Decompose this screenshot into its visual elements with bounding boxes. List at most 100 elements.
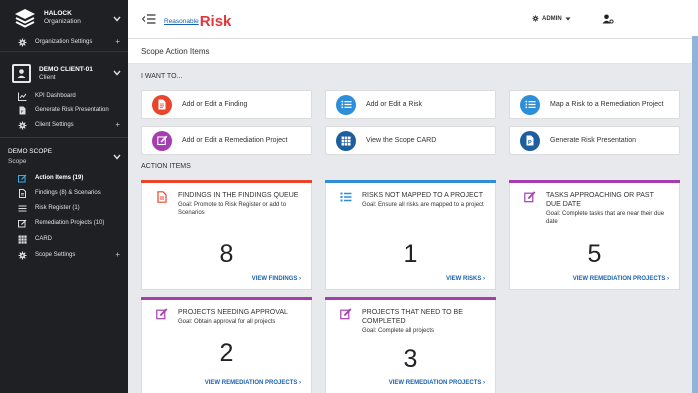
sidebar-item-org-settings[interactable]: Organization Settings + xyxy=(0,35,128,49)
page-title-bar: Scope Action Items xyxy=(128,39,698,64)
view-risks-link[interactable]: VIEW RISKS › xyxy=(446,276,485,282)
card-accent-bar xyxy=(141,297,312,300)
sidebar-item-findings[interactable]: Findings (8) & Scenarios xyxy=(0,186,128,200)
chevron-down-icon[interactable] xyxy=(113,154,121,160)
admin-label: ADMIN xyxy=(542,15,562,22)
action-items-heading: ACTION ITEMS xyxy=(141,163,191,170)
org-sub: Organization xyxy=(44,18,81,25)
sidebar-item-label: Findings (8) & Scenarios xyxy=(35,190,101,196)
scope-name: DEMO SCOPE xyxy=(8,148,53,155)
admin-menu[interactable]: ADMIN xyxy=(532,15,571,22)
scope-switcher[interactable]: DEMO SCOPE Scope xyxy=(0,143,128,171)
view-findings-link[interactable]: VIEW FINDINGS › xyxy=(252,276,301,282)
quick-action-label: Add or Edit a Finding xyxy=(182,101,248,108)
sidebar-item-label: Risk Register (1) xyxy=(35,205,80,211)
sidebar-item-kpi-dashboard[interactable]: KPI Dashboard xyxy=(0,89,128,103)
sidebar-item-label: Organization Settings xyxy=(35,39,93,45)
card-title: PROJECTS THAT NEED TO BE COMPLETED xyxy=(362,309,463,325)
sidebar: HALOCK Organization Organization Setting… xyxy=(0,0,128,393)
line-chart-icon xyxy=(18,92,27,101)
view-scope-card-button[interactable]: View the Scope CARD xyxy=(325,126,496,155)
file-powerpoint-icon: P xyxy=(520,130,540,151)
add-edit-remediation-project-button[interactable]: Add or Edit a Remediation Project xyxy=(141,126,312,155)
sidebar-item-card[interactable]: CARD xyxy=(0,232,128,246)
sidebar-item-label: Client Settings xyxy=(35,122,74,128)
expand-plus-icon[interactable]: + xyxy=(115,250,120,259)
view-remediation-projects-link[interactable]: VIEW REMEDIATION PROJECTS › xyxy=(389,380,485,386)
action-card-risks-not-mapped: RISKS NOT MAPPED TO A PROJECT Goal: Ensu… xyxy=(325,180,496,290)
brand-logo[interactable]: Reasonable Risk xyxy=(164,9,231,29)
card-goal: Goal: Complete tasks that are near their… xyxy=(546,211,665,225)
client-switcher[interactable]: DEMO CLIENT-01 Client xyxy=(0,58,128,88)
brand-big-text: Risk xyxy=(199,13,232,30)
sidebar-item-client-settings[interactable]: Client Settings + xyxy=(0,118,128,132)
edit-icon xyxy=(340,308,352,320)
caret-down-icon xyxy=(565,17,571,20)
user-settings-icon[interactable] xyxy=(602,14,614,24)
add-edit-risk-button[interactable]: Add or Edit a Risk xyxy=(325,90,496,119)
client-name: DEMO CLIENT-01 xyxy=(39,65,93,73)
sidebar-item-risk-register[interactable]: Risk Register (1) xyxy=(0,201,128,215)
sidebar-item-action-items[interactable]: Action Items (19) xyxy=(0,171,128,185)
card-count: 8 xyxy=(219,240,234,268)
grid-icon xyxy=(336,130,356,151)
list-icon xyxy=(520,94,540,115)
card-title: TASKS APPROACHING OR PAST DUE DATE xyxy=(546,192,654,208)
gear-icon xyxy=(532,15,539,22)
card-count: 3 xyxy=(403,345,418,373)
card-title: RISKS NOT MAPPED TO A PROJECT xyxy=(362,192,483,199)
card-goal: Goal: Ensure all risks are mapped to a p… xyxy=(362,202,484,208)
quick-action-label: Generate Risk Presentation xyxy=(550,137,636,144)
divider xyxy=(0,137,128,138)
sidebar-item-label: Action Items (19) xyxy=(35,175,84,181)
view-remediation-projects-link[interactable]: VIEW REMEDIATION PROJECTS › xyxy=(573,276,669,282)
card-title: PROJECTS NEEDING APPROVAL xyxy=(178,309,288,316)
client-sub: Client xyxy=(39,73,56,81)
grid-icon xyxy=(18,235,27,244)
chevron-down-icon[interactable] xyxy=(113,16,121,22)
card-count: 1 xyxy=(403,240,418,268)
card-goal: Goal: Complete all projects xyxy=(362,328,435,334)
generate-risk-presentation-button[interactable]: P Generate Risk Presentation xyxy=(509,126,680,155)
sidebar-item-scope-settings[interactable]: Scope Settings + xyxy=(0,248,128,262)
svg-text:P: P xyxy=(528,140,532,146)
sidebar-toggle-icon[interactable] xyxy=(142,14,156,24)
add-edit-finding-button[interactable]: Add or Edit a Finding xyxy=(141,90,312,119)
i-want-to-heading: I WANT TO... xyxy=(141,73,183,80)
sidebar-item-label: Remediation Projects (10) xyxy=(35,220,105,226)
edit-icon xyxy=(18,174,27,183)
action-card-findings-queue: FINDINGS IN THE FINDINGS QUEUE Goal: Pro… xyxy=(141,180,312,290)
view-remediation-projects-link[interactable]: VIEW REMEDIATION PROJECTS › xyxy=(205,380,301,386)
edit-icon xyxy=(152,130,172,151)
brand-small-text: Reasonable xyxy=(164,18,199,25)
edit-icon xyxy=(18,219,27,228)
action-card-projects-needing-approval: PROJECTS NEEDING APPROVAL Goal: Obtain a… xyxy=(141,297,312,393)
gear-icon xyxy=(18,121,27,130)
org-switcher[interactable]: HALOCK Organization xyxy=(0,0,128,35)
finding-file-icon xyxy=(152,94,172,115)
list-icon xyxy=(336,94,356,115)
scrollbar[interactable] xyxy=(692,36,698,393)
card-accent-bar xyxy=(325,297,496,300)
gear-icon xyxy=(18,38,27,47)
expand-plus-icon[interactable]: + xyxy=(115,120,120,129)
edit-icon xyxy=(156,308,168,320)
map-risk-to-project-button[interactable]: Map a Risk to a Remediation Project xyxy=(509,90,680,119)
file-icon xyxy=(18,188,27,198)
finding-file-icon xyxy=(157,191,167,203)
sidebar-item-generate-risk-presentation[interactable]: P Generate Risk Presentation xyxy=(0,103,128,117)
sidebar-item-label: CARD xyxy=(35,236,53,242)
list-icon xyxy=(340,192,352,202)
chevron-down-icon[interactable] xyxy=(113,70,121,76)
action-card-tasks-due: TASKS APPROACHING OR PAST DUE DATE Goal:… xyxy=(509,180,680,290)
scope-sub: Scope xyxy=(8,158,27,165)
sidebar-item-remediation-projects[interactable]: Remediation Projects (10) xyxy=(0,216,128,230)
org-name: HALOCK xyxy=(44,10,72,17)
card-accent-bar xyxy=(325,180,496,183)
sidebar-item-label: Generate Risk Presentation xyxy=(35,107,109,113)
card-title: FINDINGS IN THE FINDINGS QUEUE xyxy=(178,192,299,199)
edit-icon xyxy=(524,191,536,203)
page-title: Scope Action Items xyxy=(141,47,210,56)
file-powerpoint-icon: P xyxy=(18,106,27,115)
expand-plus-icon[interactable]: + xyxy=(115,37,120,46)
